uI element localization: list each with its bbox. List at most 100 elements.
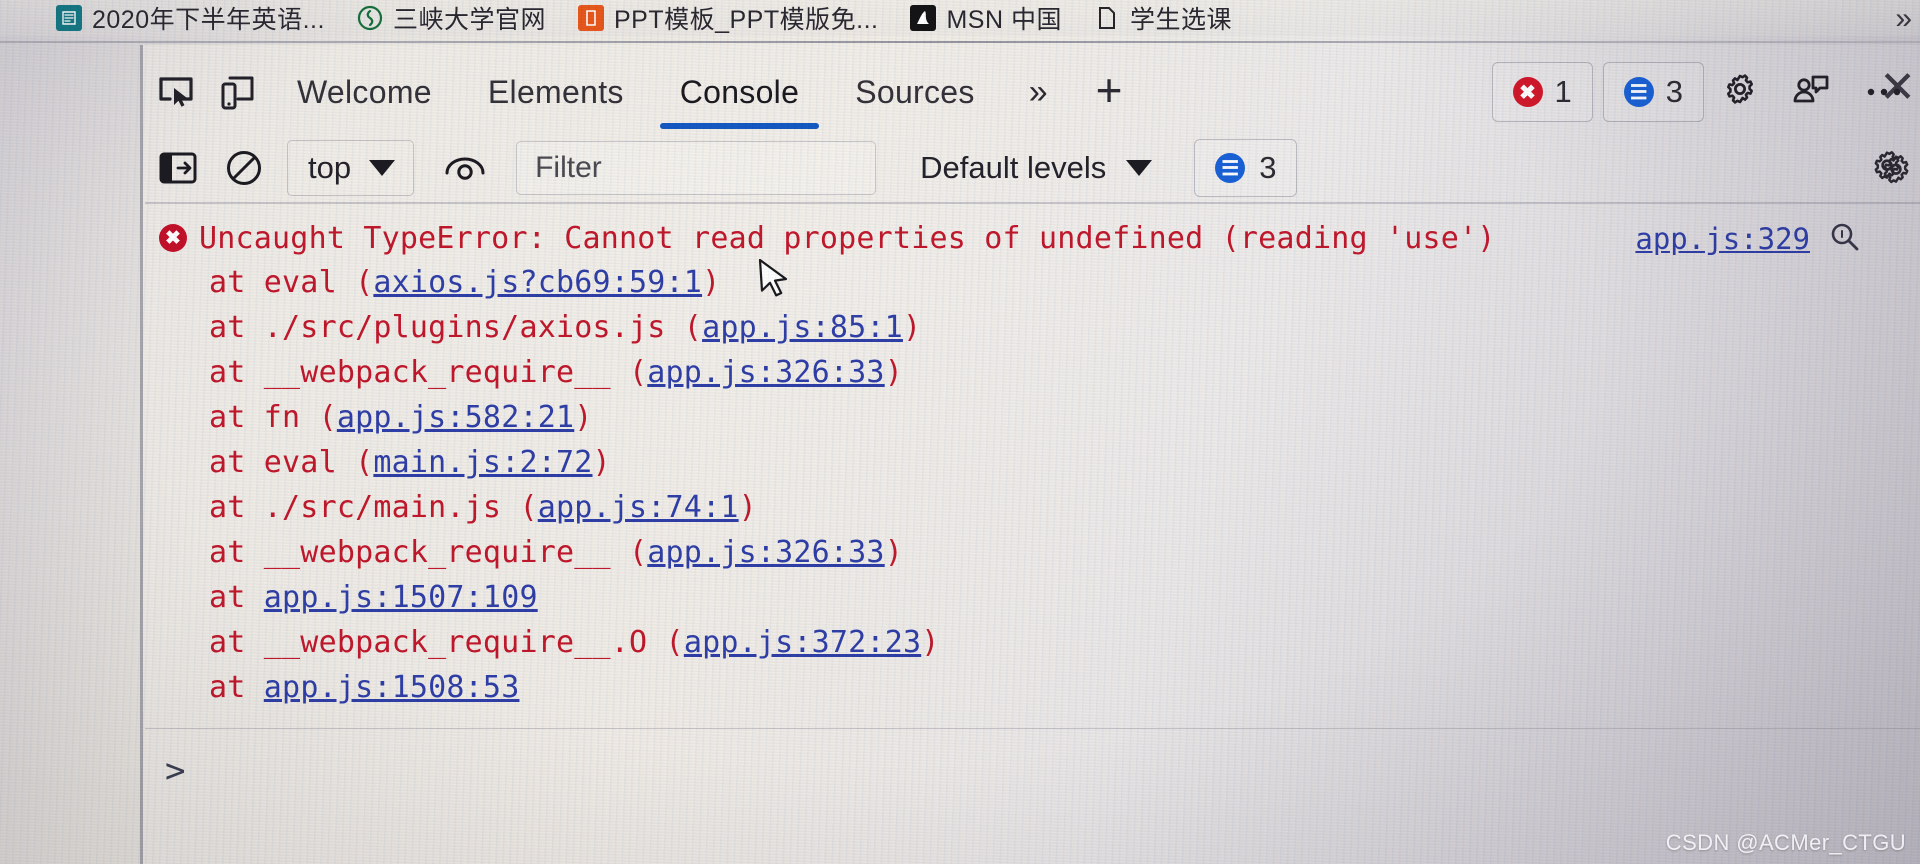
search-in-sources-icon[interactable]: [1828, 220, 1862, 258]
stack-frame-link[interactable]: app.js:326:33: [647, 355, 884, 390]
university-icon: [357, 5, 383, 31]
stack-frame-link[interactable]: app.js:326:33: [647, 535, 884, 570]
error-count-value: 1: [1554, 74, 1572, 109]
error-icon: ✖: [159, 224, 187, 252]
stack-frame: at eval (main.js:2:72): [145, 440, 1920, 485]
filter-input[interactable]: Filter: [516, 141, 877, 195]
stack-frame-text: at __webpack_require__ (: [209, 355, 648, 390]
stack-frame-link[interactable]: app.js:1508:53: [264, 670, 520, 705]
console-error-stack: at eval (axios.js?cb69:59:1) at ./src/plu…: [145, 260, 1920, 710]
stack-frame-suffix: ): [902, 310, 922, 345]
message-icon: ☰: [1623, 77, 1654, 107]
message-icon: ☰: [1215, 153, 1246, 183]
tab-console[interactable]: Console: [652, 55, 828, 129]
stack-frame: at ./src/main.js (app.js:74:1): [145, 485, 1920, 530]
stack-frame-text: at fn (: [209, 400, 337, 435]
stack-frame-text: at: [209, 670, 264, 705]
stack-frame: at __webpack_require__ (app.js:326:33): [145, 350, 1920, 395]
devtools-left-border: [140, 45, 143, 864]
live-expression-icon[interactable]: [432, 139, 498, 197]
console-settings-gear-icon[interactable]: [1854, 139, 1920, 197]
tab-label: Console: [679, 73, 800, 110]
stack-frame-link[interactable]: app.js:85:1: [702, 310, 903, 345]
more-tabs-chevron-icon[interactable]: »: [1003, 73, 1074, 112]
stack-frame-suffix: ): [921, 625, 940, 660]
console-log-area[interactable]: ✖ Uncaught TypeError: Cannot read proper…: [145, 204, 1920, 864]
prompt-caret-icon: >: [165, 751, 186, 791]
tab-sources[interactable]: Sources: [827, 55, 1003, 129]
bookmark-label: 三峡大学官网: [392, 6, 546, 34]
device-toolbar-icon[interactable]: [207, 61, 269, 123]
source-location-link[interactable]: app.js:329: [1635, 222, 1810, 256]
bookmark-item-ctgu[interactable]: 三峡大学官网: [341, 1, 562, 35]
stack-frame-link[interactable]: app.js:1507:109: [264, 580, 538, 615]
stack-frame-link[interactable]: app.js:582:21: [337, 400, 574, 435]
console-scrollbar[interactable]: [1912, 204, 1920, 864]
stack-frame-suffix: ): [884, 355, 903, 390]
bookmark-label: 2020年下半年英语...: [92, 6, 325, 34]
clear-console-icon[interactable]: [211, 139, 277, 197]
chevron-down-icon: [369, 160, 396, 176]
stack-frame-link[interactable]: app.js:372:23: [684, 625, 921, 660]
console-error-source: app.js:329: [1635, 220, 1862, 258]
tab-welcome[interactable]: Welcome: [269, 55, 460, 129]
stack-frame-text: at eval (: [209, 445, 374, 480]
chevron-down-icon: [1126, 160, 1153, 176]
execution-context-selector[interactable]: top: [287, 140, 415, 196]
stack-frame-text: at __webpack_require__.O (: [209, 625, 684, 660]
bookmarks-bar-divider: [0, 41, 1920, 43]
gear-icon[interactable]: [1704, 61, 1776, 123]
bookmark-item-english-exam[interactable]: 2020年下半年英语...: [40, 1, 341, 35]
console-filter-toolbar: top Filter Default levels ☰ 3: [145, 134, 1920, 202]
tab-label: Elements: [487, 73, 624, 110]
stack-frame: at fn (app.js:582:21): [145, 395, 1920, 440]
more-options-icon[interactable]: [1848, 61, 1920, 123]
stack-frame-text: at: [209, 580, 264, 615]
tab-elements[interactable]: Elements: [460, 55, 652, 129]
stack-frame-suffix: ): [592, 445, 611, 480]
stack-frame-suffix: ): [884, 535, 903, 570]
message-count-value: 3: [1665, 74, 1683, 109]
stack-frame: at ./src/plugins/axios.js (app.js:85:1): [145, 305, 1920, 350]
stack-frame-suffix: ): [574, 400, 593, 435]
filter-placeholder: Filter: [535, 151, 602, 184]
stack-frame-text: at ./src/plugins/axios.js (: [209, 310, 703, 345]
stack-frame-link[interactable]: axios.js?cb69:59:1: [373, 265, 702, 300]
bookmark-label: PPT模板_PPT模版免...: [613, 6, 879, 34]
log-level-selector[interactable]: Default levels: [904, 141, 1168, 195]
watermark: CSDN @ACMer_CTGU: [1665, 830, 1906, 855]
stack-frame: at eval (axios.js?cb69:59:1): [145, 260, 1920, 305]
bookmark-label: 学生选课: [1129, 6, 1232, 34]
feedback-icon[interactable]: [1776, 61, 1848, 123]
stack-frame-text: at ./src/main.js (: [209, 490, 538, 525]
bookmark-item-ppt-template[interactable]: PPT模板_PPT模版免...: [562, 1, 894, 35]
log-level-value: Default levels: [920, 150, 1107, 185]
console-message-count-value: 3: [1259, 150, 1277, 185]
console-error-text: Uncaught TypeError: Cannot read properti…: [199, 221, 1496, 256]
inspect-element-icon[interactable]: [145, 61, 207, 123]
stack-frame-text: at eval (: [209, 265, 374, 300]
stack-frame-suffix: ): [702, 265, 721, 300]
error-count-button[interactable]: ✖ 1: [1491, 62, 1593, 122]
console-sidebar-icon[interactable]: [145, 139, 211, 197]
stack-frame: at __webpack_require__ (app.js:326:33): [145, 530, 1920, 575]
browser-bookmarks-bar: 2020年下半年英语... 三峡大学官网 PPT模板_PPT模版免... MSN…: [0, 0, 1920, 36]
message-count-button[interactable]: ☰ 3: [1602, 62, 1704, 122]
bookmark-item-msn-china[interactable]: MSN 中国: [894, 1, 1078, 35]
stack-frame-text: at __webpack_require__ (: [209, 535, 648, 570]
stack-frame-link[interactable]: main.js:2:72: [373, 445, 592, 480]
console-prompt[interactable]: >: [145, 729, 1920, 791]
console-error-message[interactable]: ✖ Uncaught TypeError: Cannot read proper…: [145, 204, 1920, 729]
stack-frame-suffix: ): [738, 490, 757, 525]
msn-icon: [910, 5, 937, 31]
stack-frame: at app.js:1507:109: [145, 575, 1920, 620]
add-panel-button[interactable]: +: [1074, 63, 1145, 117]
stack-frame: at app.js:1508:53: [145, 665, 1920, 710]
stack-frame-link[interactable]: app.js:74:1: [538, 490, 739, 525]
execution-context-value: top: [308, 150, 352, 185]
bookmark-item-course-selection[interactable]: 学生选课: [1078, 1, 1248, 35]
devtools-tab-strip: Welcome Elements Console Sources » + ✖ 1…: [145, 52, 1920, 132]
stack-frame: at __webpack_require__.O (app.js:372:23): [145, 620, 1920, 665]
console-message-count-button[interactable]: ☰ 3: [1194, 139, 1298, 197]
bookmarks-overflow-button[interactable]: »: [1895, 2, 1912, 36]
